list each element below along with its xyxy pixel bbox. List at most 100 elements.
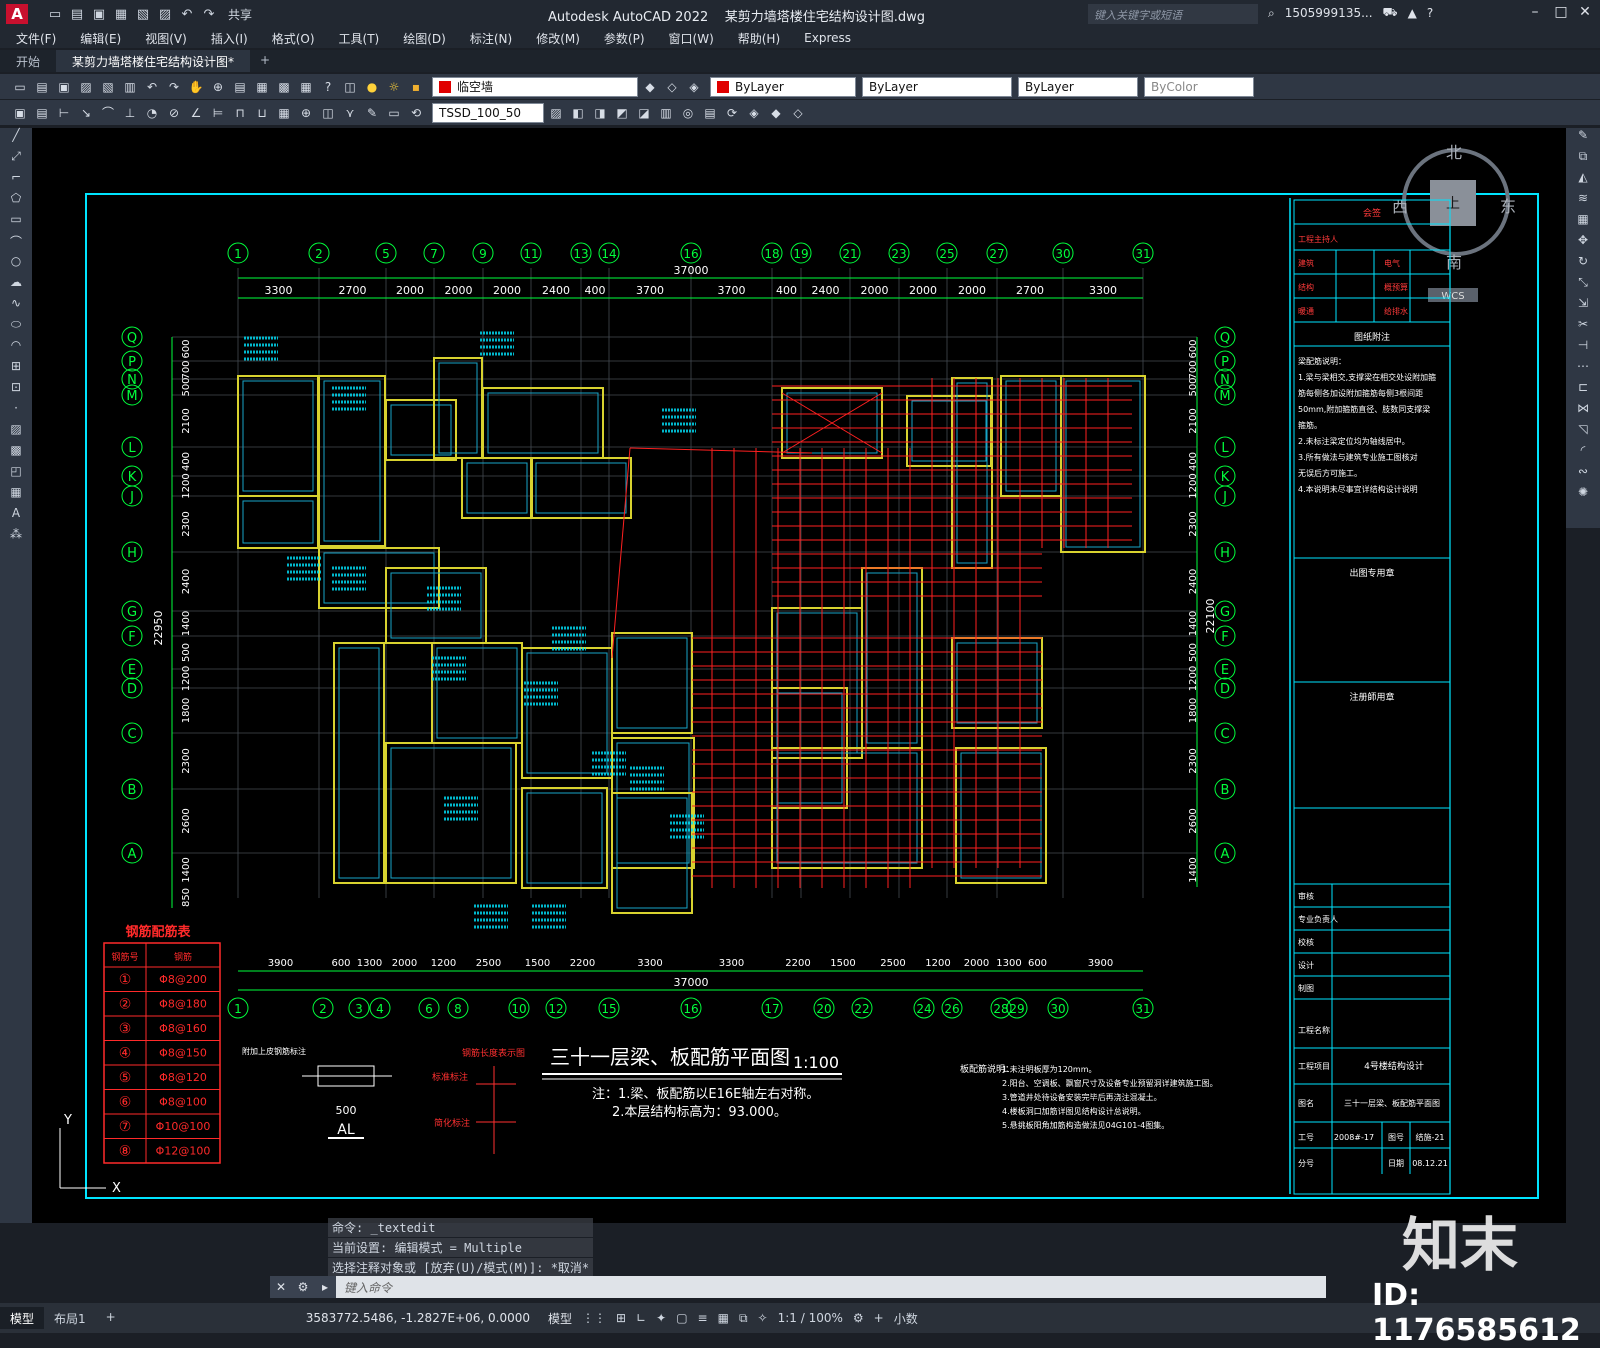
publish-icon[interactable]: ▥	[120, 77, 140, 97]
preview-icon[interactable]: ▧	[98, 77, 118, 97]
tab-document[interactable]: 某剪力墙塔楼住宅结构设计图*	[56, 50, 251, 72]
fillet-icon[interactable]: ◜	[1566, 443, 1600, 464]
plus-icon[interactable]: +	[874, 1311, 884, 1325]
search-input[interactable]: 键入关键字或短语	[1088, 4, 1258, 24]
stretch-icon[interactable]: ⇲	[1566, 296, 1600, 317]
osnap-icon[interactable]: ▢	[676, 1311, 687, 1325]
menu-modify[interactable]: 修改(M)	[536, 30, 580, 47]
dimstyle-manager-icon[interactable]: ▨	[546, 103, 566, 123]
dim-update-icon[interactable]: ⟲	[406, 103, 426, 123]
save-icon[interactable]: ▣	[90, 5, 108, 23]
add-layout-button[interactable]: +	[96, 1307, 126, 1329]
dim-text-edit-icon[interactable]: ▭	[384, 103, 404, 123]
undo-icon[interactable]: ↶	[178, 5, 196, 23]
menu-tools[interactable]: 工具(T)	[339, 30, 380, 47]
snap-icon[interactable]: ⊞	[616, 1311, 626, 1325]
save-icon[interactable]: ▣	[54, 77, 74, 97]
polyline-icon[interactable]: ⌐	[0, 170, 32, 191]
3d-revolve-icon[interactable]: ⟳	[722, 103, 742, 123]
user-name[interactable]: 1505999135...	[1285, 6, 1373, 20]
help-icon[interactable]: ?	[318, 77, 338, 97]
extend-icon[interactable]: ⊣	[1566, 338, 1600, 359]
maximize-button[interactable]: □	[1550, 4, 1572, 24]
help-icon[interactable]: ?	[1427, 6, 1433, 20]
make-current-icon[interactable]: ◆	[640, 77, 660, 97]
circle-icon[interactable]: ○	[0, 254, 32, 275]
erase-icon[interactable]: ✎	[1566, 128, 1600, 149]
ellipse-icon[interactable]: ⬭	[0, 317, 32, 338]
coordinates-readout[interactable]: 3583772.5486, -1.2827E+06, 0.0000	[306, 1311, 530, 1325]
center-mark-icon[interactable]: ⊕	[296, 103, 316, 123]
menu-window[interactable]: 窗口(W)	[669, 30, 714, 47]
copy-icon[interactable]: ⧉	[1566, 149, 1600, 170]
viewcube-south[interactable]: 南	[1446, 253, 1462, 272]
selection-cycling-icon[interactable]: ⧉	[739, 1311, 748, 1326]
viewcube-north[interactable]: 北	[1446, 143, 1462, 162]
ortho-icon[interactable]: ∟	[636, 1311, 646, 1325]
viewcube-top[interactable]: 上	[1446, 196, 1460, 212]
baseline-dim-icon[interactable]: ⊓	[230, 103, 250, 123]
3d-cone-icon[interactable]: ◩	[612, 103, 632, 123]
insert-block-icon[interactable]: ⊞	[0, 359, 32, 380]
layer-manager-icon[interactable]: ◫	[340, 77, 360, 97]
hatch-icon[interactable]: ▨	[0, 422, 32, 443]
zoom-icon[interactable]: ⊕	[208, 77, 228, 97]
menu-express[interactable]: Express	[804, 31, 851, 45]
radius-dim-icon[interactable]: ◔	[142, 103, 162, 123]
polar-icon[interactable]: ✦	[656, 1311, 666, 1325]
menu-help[interactable]: 帮助(H)	[738, 30, 780, 47]
mirror-icon[interactable]: ◭	[1566, 170, 1600, 191]
menu-parametric[interactable]: 参数(P)	[604, 30, 645, 47]
new-tab-button[interactable]: +	[250, 50, 280, 72]
viewcube[interactable]: 上 北 南 东 西 WCS	[1392, 143, 1516, 302]
gradient-icon[interactable]: ▩	[0, 443, 32, 464]
pan-icon[interactable]: ✋	[186, 77, 206, 97]
account-icon[interactable]: ▲	[1408, 6, 1417, 20]
3d-box-icon[interactable]: ◧	[568, 103, 588, 123]
design-center-icon[interactable]: ▦	[252, 77, 272, 97]
3d-sphere-icon[interactable]: ◪	[634, 103, 654, 123]
tool-palette-icon[interactable]: ▩	[274, 77, 294, 97]
new-icon[interactable]: ▭	[10, 77, 30, 97]
3d-subtract-icon[interactable]: ◇	[788, 103, 808, 123]
explode-icon[interactable]: ✺	[1566, 485, 1600, 506]
menu-format[interactable]: 格式(O)	[272, 30, 315, 47]
break-icon[interactable]: ⊏	[1566, 380, 1600, 401]
saveas-icon[interactable]: ▦	[112, 5, 130, 23]
grid-icon[interactable]: ⋮⋮	[582, 1311, 606, 1325]
redo-icon[interactable]: ↷	[200, 5, 218, 23]
rotate-icon[interactable]: ↻	[1566, 254, 1600, 275]
point-icon[interactable]: ·	[0, 401, 32, 422]
open-icon[interactable]: ▤	[32, 77, 52, 97]
menu-insert[interactable]: 插入(I)	[211, 30, 248, 47]
arc-icon[interactable]: ⌒	[0, 233, 32, 254]
trim-icon[interactable]: ✂	[1566, 317, 1600, 338]
dim-edit-icon[interactable]: ✎	[362, 103, 382, 123]
make-block-icon[interactable]: ⊡	[0, 380, 32, 401]
tab-start[interactable]: 开始	[0, 50, 57, 72]
rectangle-icon[interactable]: ▭	[0, 212, 32, 233]
revcloud-icon[interactable]: ☁	[0, 275, 32, 296]
continue-dim-icon[interactable]: ⊔	[252, 103, 272, 123]
share-button[interactable]: 共享	[228, 6, 252, 23]
transparency-icon[interactable]: ▦	[718, 1311, 729, 1325]
close-command-icon[interactable]: ✕	[270, 1276, 292, 1298]
tab-model[interactable]: 模型	[0, 1307, 45, 1329]
command-prompt-icon[interactable]: ▸	[314, 1276, 336, 1298]
search-icon[interactable]: ⌕	[1268, 6, 1275, 21]
ellipse-arc-icon[interactable]: ◠	[0, 338, 32, 359]
close-button[interactable]: ✕	[1574, 4, 1596, 24]
3d-union-icon[interactable]: ◆	[766, 103, 786, 123]
menu-edit[interactable]: 编辑(E)	[80, 30, 121, 47]
3d-wedge-icon[interactable]: ◨	[590, 103, 610, 123]
menu-view[interactable]: 视图(V)	[145, 30, 187, 47]
table-icon[interactable]: ▦	[0, 485, 32, 506]
new-icon[interactable]: ▭	[46, 5, 64, 23]
3d-slice-icon[interactable]: ◈	[744, 103, 764, 123]
array-icon[interactable]: ▦	[1566, 212, 1600, 233]
region-icon[interactable]: ◰	[0, 464, 32, 485]
print-icon[interactable]: ▨	[76, 77, 96, 97]
line-icon[interactable]: ╱	[0, 128, 32, 149]
calculator-icon[interactable]: ▦	[296, 77, 316, 97]
cart-icon[interactable]: ⛟	[1383, 5, 1398, 21]
